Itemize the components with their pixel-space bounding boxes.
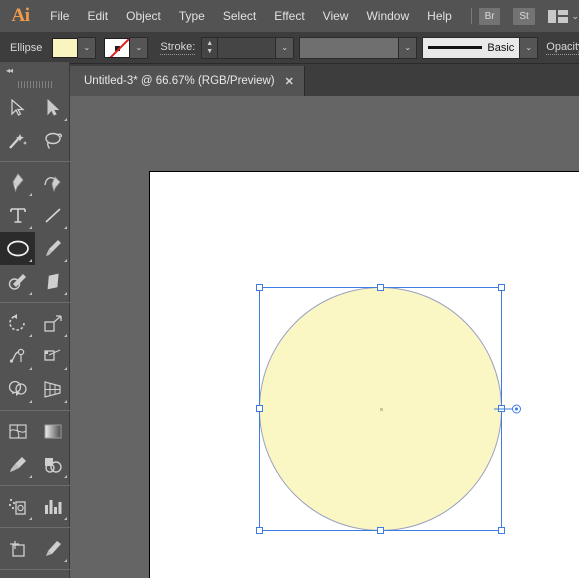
handle-top-center[interactable]: [376, 284, 384, 291]
document-tab[interactable]: Untitled-3* @ 66.67% (RGB/Preview) ✕: [70, 66, 305, 96]
menu-help[interactable]: Help: [418, 0, 461, 32]
menu-divider: [470, 8, 472, 24]
variable-width-group: ⌄: [299, 36, 418, 59]
ellipse-tool[interactable]: [0, 232, 35, 265]
tools-grid: [0, 91, 70, 578]
stepper-up-icon[interactable]: ▲: [206, 40, 213, 48]
brush-definition-preview[interactable]: Basic: [422, 36, 521, 59]
stroke-weight-label[interactable]: Stroke:: [160, 41, 196, 55]
artboard[interactable]: [149, 171, 579, 578]
brush-definition-group: Basic ⌄: [422, 36, 539, 59]
workspace-chevron-down-icon[interactable]: ⌄: [571, 11, 579, 22]
selection-tool[interactable]: [0, 91, 35, 124]
stroke-color-swatch[interactable]: [104, 37, 131, 58]
stepper-down-icon[interactable]: ▼: [206, 48, 213, 56]
stroke-weight-chevron-down-icon[interactable]: ⌄: [276, 36, 295, 59]
stock-button[interactable]: St: [513, 7, 535, 25]
tools-panel: ◂◂: [0, 62, 70, 578]
symbol-sprayer-tool[interactable]: [0, 490, 35, 523]
stroke-swatch-group: ⌄: [104, 36, 149, 59]
close-icon[interactable]: ✕: [285, 75, 294, 88]
toolbar-grip[interactable]: [0, 78, 69, 91]
direct-selection-tool[interactable]: [35, 91, 70, 124]
mesh-tool[interactable]: [0, 415, 35, 448]
zoom-tool[interactable]: [35, 574, 70, 578]
bridge-button[interactable]: Br: [478, 7, 501, 25]
menu-effect[interactable]: Effect: [265, 0, 313, 32]
eyedropper-tool[interactable]: [0, 448, 35, 481]
rotate-tool[interactable]: [0, 307, 35, 340]
menu-object[interactable]: Object: [117, 0, 170, 32]
selection-bounding-box: [256, 284, 521, 534]
gradient-tool[interactable]: [35, 415, 70, 448]
stroke-weight-stepper[interactable]: ▲ ▼: [201, 36, 219, 59]
lasso-tool[interactable]: [35, 124, 70, 157]
handle-bottom-center[interactable]: [376, 527, 384, 534]
hand-tool[interactable]: [0, 574, 35, 578]
handle-top-right[interactable]: [498, 284, 505, 291]
curvature-tool[interactable]: [35, 166, 70, 199]
menu-bar: Ai File Edit Object Type Select Effect V…: [0, 0, 579, 32]
eraser-tool[interactable]: [35, 265, 70, 298]
fill-color-swatch[interactable]: [52, 37, 79, 58]
menu-window[interactable]: Window: [357, 0, 418, 32]
workspace-switcher-icon[interactable]: [547, 9, 568, 23]
variable-width-chevron-down-icon[interactable]: ⌄: [399, 36, 418, 59]
menu-file[interactable]: File: [41, 0, 78, 32]
artboard-tool[interactable]: [0, 532, 35, 565]
variable-width-profile-input[interactable]: [299, 36, 400, 59]
brush-name-label: Basic: [487, 41, 515, 54]
handle-middle-left[interactable]: [256, 405, 263, 412]
toolbar-collapse-button[interactable]: ◂◂: [0, 62, 69, 78]
control-bar: Ellipse ⌄ ⌄ Stroke: ▲ ▼ ⌄ ⌄ Basic ⌄ Opac…: [0, 32, 579, 64]
brush-stroke-preview-icon: [428, 46, 483, 49]
canvas-area[interactable]: [70, 96, 579, 578]
perspective-grid-tool[interactable]: [35, 373, 70, 406]
handle-bottom-right[interactable]: [498, 527, 505, 534]
stroke-weight-group: ▲ ▼ ⌄: [201, 36, 295, 59]
type-tool[interactable]: [0, 199, 35, 232]
fill-swatch-group: ⌄: [52, 36, 97, 59]
brush-chevron-down-icon[interactable]: ⌄: [520, 36, 539, 59]
slice-tool[interactable]: [35, 532, 70, 565]
fill-chevron-down-icon[interactable]: ⌄: [78, 36, 97, 59]
handle-top-left[interactable]: [256, 284, 263, 291]
scale-tool[interactable]: [35, 307, 70, 340]
live-shape-rotate-widget[interactable]: [494, 404, 521, 414]
stroke-chevron-down-icon[interactable]: ⌄: [130, 36, 149, 59]
app-logo-icon: Ai: [11, 5, 31, 26]
handle-bottom-left[interactable]: [256, 527, 263, 534]
opacity-label[interactable]: Opacity:: [546, 41, 579, 55]
line-segment-tool[interactable]: [35, 199, 70, 232]
active-tool-label: Ellipse: [10, 41, 43, 54]
blend-tool[interactable]: [35, 448, 70, 481]
menu-type[interactable]: Type: [170, 0, 214, 32]
shape-builder-tool[interactable]: [0, 373, 35, 406]
shaper-tool[interactable]: [0, 265, 35, 298]
document-tab-bar: Untitled-3* @ 66.67% (RGB/Preview) ✕: [70, 64, 579, 96]
illustrator-window: Ai File Edit Object Type Select Effect V…: [0, 0, 579, 578]
paintbrush-tool[interactable]: [35, 232, 70, 265]
stroke-weight-input[interactable]: [218, 36, 277, 59]
menu-view[interactable]: View: [314, 0, 358, 32]
pen-tool[interactable]: [0, 166, 35, 199]
menu-select[interactable]: Select: [214, 0, 265, 32]
magic-wand-tool[interactable]: [0, 124, 35, 157]
document-tab-title: Untitled-3* @ 66.67% (RGB/Preview): [84, 75, 275, 87]
shape-center-point: [379, 408, 383, 411]
free-transform-tool[interactable]: [35, 340, 70, 373]
column-graph-tool[interactable]: [35, 490, 70, 523]
menu-edit[interactable]: Edit: [78, 0, 117, 32]
width-tool[interactable]: [0, 340, 35, 373]
